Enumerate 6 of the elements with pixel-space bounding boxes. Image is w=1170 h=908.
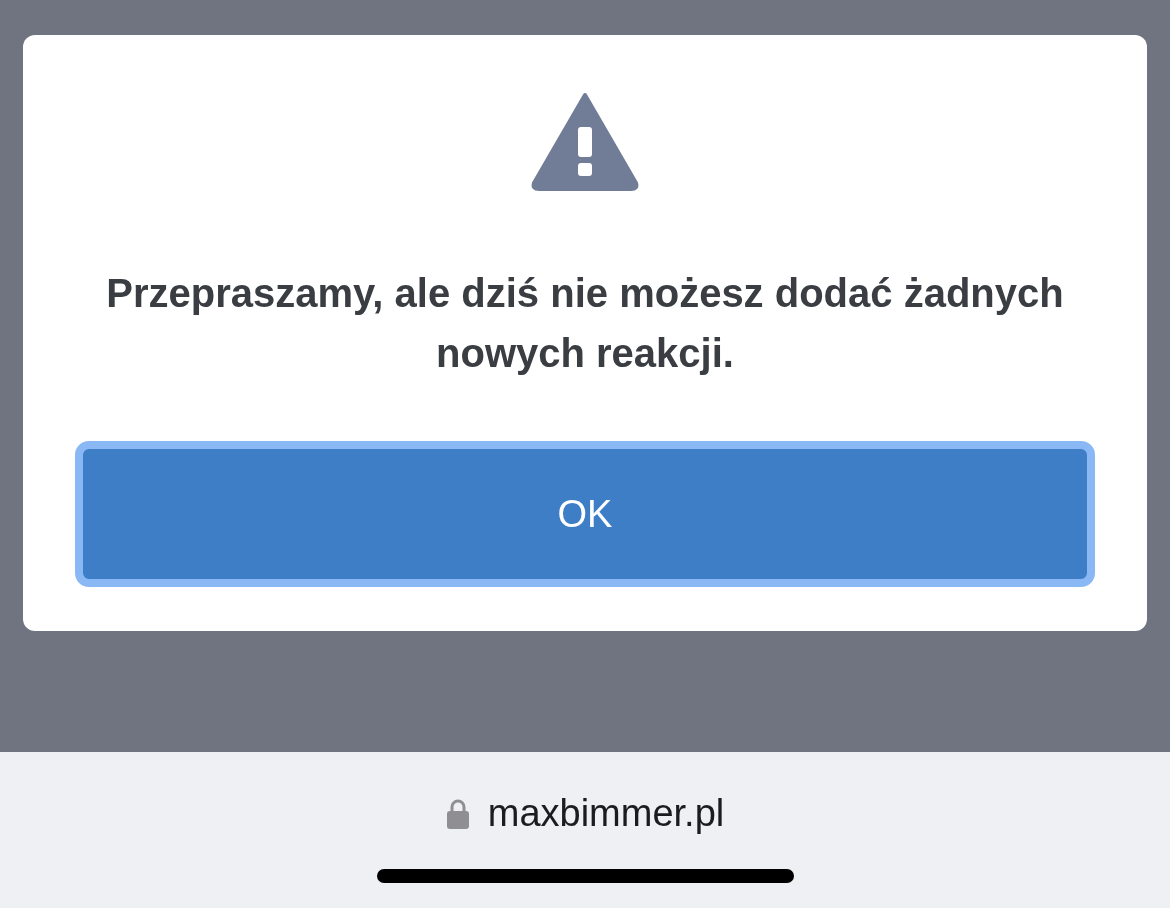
lock-icon	[445, 797, 470, 830]
home-indicator[interactable]	[376, 869, 794, 883]
url-text[interactable]: maxbimmer.pl	[487, 792, 725, 835]
ok-button[interactable]: OK	[75, 441, 1095, 587]
warning-icon	[530, 91, 640, 191]
alert-message: Przepraszamy, ale dziś nie możesz dodać żadnych nowych reakcji.	[105, 270, 1065, 377]
